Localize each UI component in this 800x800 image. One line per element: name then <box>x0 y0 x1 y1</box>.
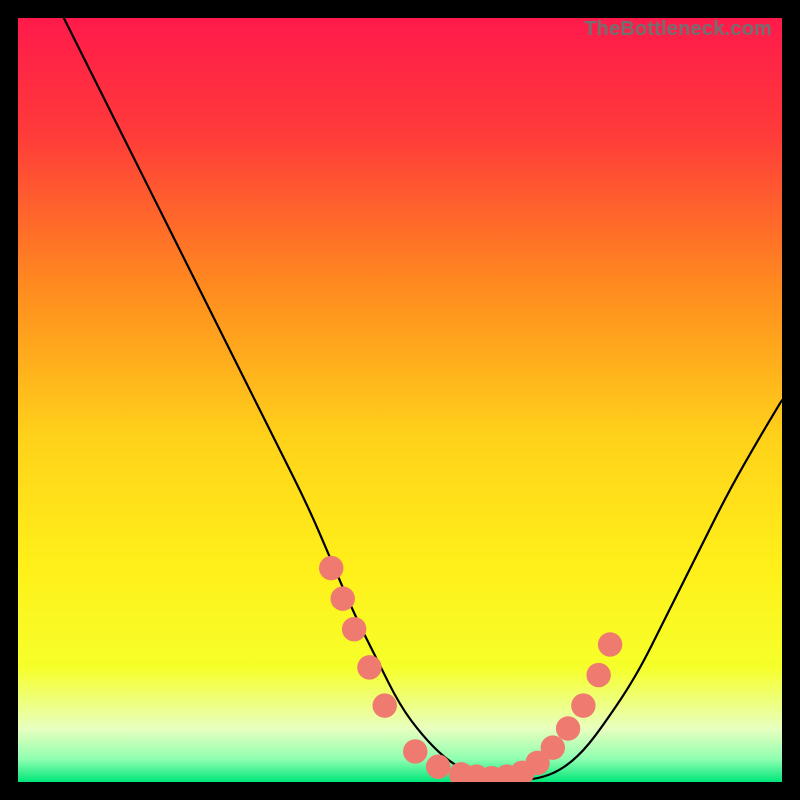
marker-dot <box>373 693 397 717</box>
marker-dot <box>330 586 354 610</box>
marker-dot <box>541 735 565 759</box>
chart-svg <box>18 18 782 782</box>
marker-dot <box>403 739 427 763</box>
chart-frame: TheBottleneck.com <box>18 18 782 782</box>
marker-dot <box>571 693 595 717</box>
watermark-text: TheBottleneck.com <box>584 18 772 41</box>
marker-dot <box>357 655 381 679</box>
marker-dot <box>319 556 343 580</box>
marker-dot <box>426 755 450 779</box>
marker-dot <box>342 617 366 641</box>
marker-dot <box>556 716 580 740</box>
chart-background <box>18 18 782 782</box>
marker-dot <box>586 663 610 687</box>
marker-dot <box>598 632 622 656</box>
